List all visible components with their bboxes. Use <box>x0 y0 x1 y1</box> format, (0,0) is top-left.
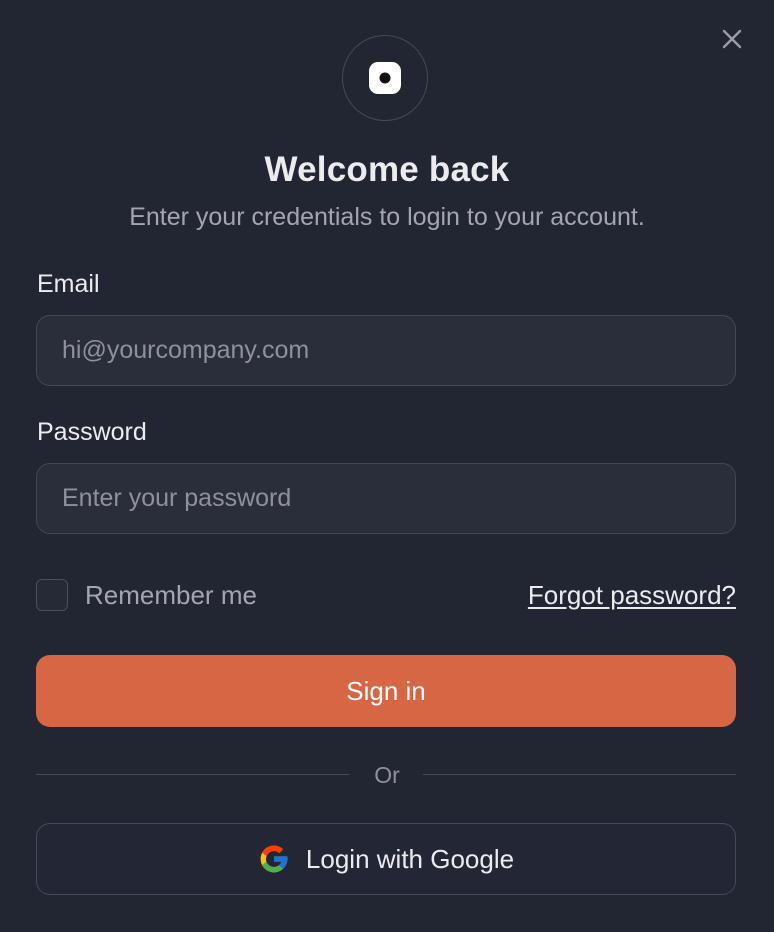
logo <box>342 35 428 121</box>
google-login-button[interactable]: Login with Google <box>36 823 736 895</box>
remember-me-label[interactable]: Remember me <box>85 580 257 611</box>
email-label: Email <box>37 270 100 298</box>
page-title: Welcome back <box>264 150 510 189</box>
google-icon <box>258 843 290 875</box>
sign-in-button[interactable]: Sign in <box>36 655 736 727</box>
close-icon <box>722 29 742 49</box>
forgot-password-link[interactable]: Forgot password? <box>528 580 736 611</box>
email-field[interactable] <box>36 315 736 386</box>
password-field[interactable] <box>36 463 736 534</box>
page-subtitle: Enter your credentials to login to your … <box>129 203 645 231</box>
divider-right <box>423 774 736 775</box>
google-login-label: Login with Google <box>305 843 515 874</box>
divider-text: Or <box>374 762 400 788</box>
logo-icon <box>369 62 401 94</box>
password-label: Password <box>37 418 147 446</box>
remember-me-checkbox[interactable] <box>36 579 68 611</box>
close-button[interactable] <box>716 23 748 55</box>
